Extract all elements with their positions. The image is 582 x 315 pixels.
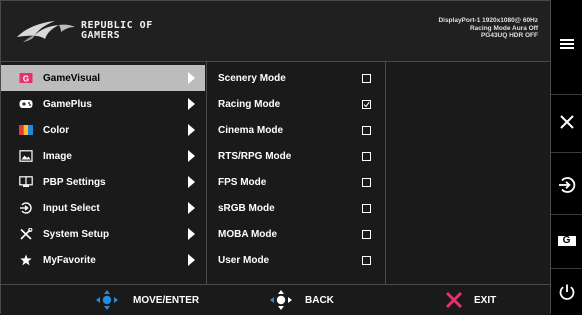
menu-button[interactable] — [551, 22, 582, 66]
status-model-hdr: PG43UQ HDR OFF — [480, 32, 538, 39]
menu-item-gameplus[interactable]: GamePlus — [1, 91, 205, 117]
chevron-right-icon — [188, 202, 195, 214]
input-select-icon — [19, 202, 33, 214]
side-button-bar: G — [551, 0, 582, 314]
chevron-right-icon — [188, 98, 195, 110]
checkbox[interactable] — [362, 177, 371, 187]
menu-item-label: System Setup — [43, 228, 110, 240]
mode-item-user[interactable]: User Mode — [207, 247, 385, 273]
gamevisual-button[interactable]: G — [551, 222, 582, 262]
status-mode-aura: Racing Mode Aura Off — [469, 24, 538, 32]
status-info: DisplayPort-1 1920x1080@ 60Hz Racing Mod… — [438, 17, 538, 40]
mode-label: Scenery Mode — [218, 72, 286, 84]
mode-label: sRGB Mode — [218, 202, 275, 214]
power-icon — [559, 284, 574, 300]
osd-footer: MOVE/ENTER BACK EXIT — [1, 284, 550, 315]
menu-item-label: GamePlus — [43, 98, 92, 110]
exit-hint: EXIT — [444, 285, 496, 315]
mode-label: Cinema Mode — [218, 124, 284, 136]
menu-item-label: GameVisual — [43, 72, 101, 84]
osd-menu: REPUBLIC OF GAMERS DisplayPort-1 1920x10… — [0, 0, 551, 315]
close-icon — [559, 115, 574, 129]
checkbox[interactable] — [362, 125, 371, 135]
menu-item-system-setup[interactable]: System Setup — [1, 221, 205, 247]
power-button[interactable] — [551, 275, 582, 309]
wrench-screwdriver-icon — [19, 228, 33, 240]
gamevisual-icon: G — [19, 72, 33, 84]
detail-panel — [385, 62, 550, 284]
menu-item-label: MyFavorite — [43, 254, 96, 266]
move-enter-label: MOVE/ENTER — [133, 294, 200, 306]
chevron-right-icon — [188, 228, 195, 240]
menu-item-label: Input Select — [43, 202, 100, 214]
brand-line-2: GAMERS — [81, 30, 121, 41]
chevron-right-icon — [188, 176, 195, 188]
rog-logo — [17, 21, 75, 42]
menu-item-input-select[interactable]: Input Select — [1, 195, 205, 221]
menu-item-label: PBP Settings — [43, 176, 106, 188]
move-enter-hint: MOVE/ENTER — [95, 285, 199, 315]
menu-item-label: Image — [43, 150, 72, 162]
mode-item-srgb[interactable]: sRGB Mode — [207, 195, 385, 221]
side-separator — [551, 94, 582, 95]
chevron-right-icon — [188, 124, 195, 136]
exit-label: EXIT — [474, 294, 497, 306]
mode-label: Racing Mode — [218, 98, 281, 110]
menu-item-color[interactable]: Color — [1, 117, 205, 143]
checkmark-icon — [363, 101, 370, 107]
menu-item-myfavorite[interactable]: MyFavorite — [1, 247, 205, 273]
menu-item-image[interactable]: Image — [1, 143, 205, 169]
mode-item-racing[interactable]: Racing Mode — [207, 91, 385, 117]
exit-x-icon — [445, 291, 463, 309]
image-icon — [19, 150, 33, 162]
side-separator — [551, 268, 582, 269]
mode-item-fps[interactable]: FPS Mode — [207, 169, 385, 195]
mode-label: FPS Mode — [218, 176, 267, 188]
checkbox[interactable] — [362, 229, 371, 239]
chevron-right-icon — [188, 254, 195, 266]
input-select-button[interactable] — [551, 163, 582, 207]
gamepad-icon — [19, 98, 33, 110]
menu-item-gamevisual[interactable]: G GameVisual — [1, 65, 205, 91]
close-button[interactable] — [551, 100, 582, 144]
gamevisual-submenu: Scenery Mode Racing Mode Cinema Mode RTS… — [206, 62, 386, 284]
checkbox[interactable] — [362, 255, 371, 265]
dpad-back-icon — [270, 290, 292, 310]
osd-header: REPUBLIC OF GAMERS DisplayPort-1 1920x10… — [1, 1, 550, 62]
back-label: BACK — [305, 294, 334, 306]
checkbox[interactable] — [362, 151, 371, 161]
color-palette-icon — [19, 124, 33, 136]
brand-text: REPUBLIC OF GAMERS — [81, 21, 153, 41]
menu-item-label: Color — [43, 124, 70, 136]
chevron-right-icon — [188, 72, 195, 84]
gamevisual-letter: G — [562, 235, 571, 246]
mode-item-rts-rpg[interactable]: RTS/RPG Mode — [207, 143, 385, 169]
side-separator — [551, 152, 582, 153]
main-menu: G GameVisual GamePlus Color Image PBP Se… — [1, 62, 205, 284]
menu-item-pbp-settings[interactable]: PBP Settings — [1, 169, 205, 195]
mode-label: User Mode — [218, 254, 270, 266]
menu-icon — [559, 39, 574, 49]
input-select-icon — [558, 177, 575, 193]
checkbox-checked[interactable] — [362, 99, 371, 109]
side-separator — [551, 214, 582, 215]
pbp-icon — [19, 176, 33, 188]
mode-label: MOBA Mode — [218, 228, 278, 240]
back-hint: BACK — [269, 285, 334, 315]
mode-item-cinema[interactable]: Cinema Mode — [207, 117, 385, 143]
mode-item-scenery[interactable]: Scenery Mode — [207, 65, 385, 91]
status-input-resolution: DisplayPort-1 1920x1080@ 60Hz — [438, 17, 538, 24]
mode-item-moba[interactable]: MOBA Mode — [207, 221, 385, 247]
chevron-right-icon — [188, 150, 195, 162]
star-icon — [19, 254, 33, 266]
checkbox[interactable] — [362, 73, 371, 83]
checkbox[interactable] — [362, 203, 371, 213]
mode-label: RTS/RPG Mode — [218, 150, 292, 162]
dpad-move-icon — [96, 290, 118, 310]
svg-text:G: G — [23, 75, 29, 84]
